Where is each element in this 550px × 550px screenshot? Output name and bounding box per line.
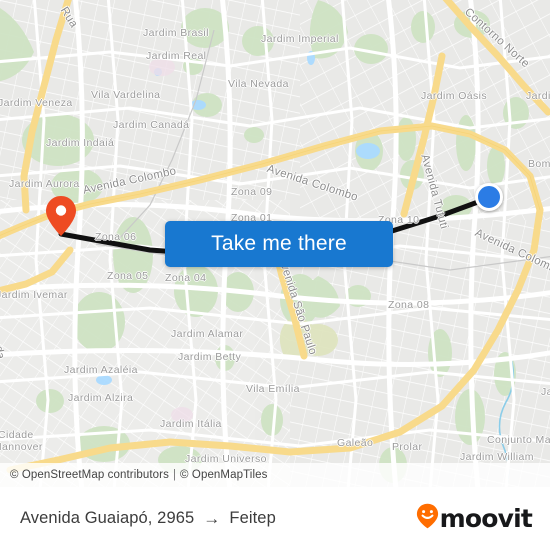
osm-attribution[interactable]: © OpenStreetMap contributors: [10, 469, 169, 481]
attribution-separator: |: [172, 469, 177, 481]
map-attribution-bar: © OpenStreetMap contributors | © OpenMap…: [0, 463, 550, 487]
trip-summary: Avenida Guaiapó, 2965 → Feitep: [20, 509, 276, 528]
destination-dot-marker[interactable]: [475, 183, 503, 211]
moovit-map-widget: Jardim Brasil Jardim Imperial Jardim Real V…: [0, 0, 550, 550]
origin-pin-marker[interactable]: [45, 195, 77, 237]
trip-origin-label: Avenida Guaiapó, 2965: [20, 509, 195, 527]
map-canvas[interactable]: Jardim Brasil Jardim Imperial Jardim Real V…: [0, 0, 550, 487]
take-me-there-button[interactable]: Take me there: [165, 221, 393, 267]
openmaptiles-attribution[interactable]: © OpenMapTiles: [180, 469, 267, 481]
moovit-logo[interactable]: moovit: [416, 503, 533, 534]
arrow-right-icon: →: [203, 509, 221, 528]
trip-destination-label: Feitep: [229, 509, 276, 527]
moovit-pin-icon: [416, 503, 439, 534]
moovit-wordmark: moovit: [439, 504, 533, 533]
trip-footer: Avenida Guaiapó, 2965 → Feitep moovit: [0, 487, 550, 550]
